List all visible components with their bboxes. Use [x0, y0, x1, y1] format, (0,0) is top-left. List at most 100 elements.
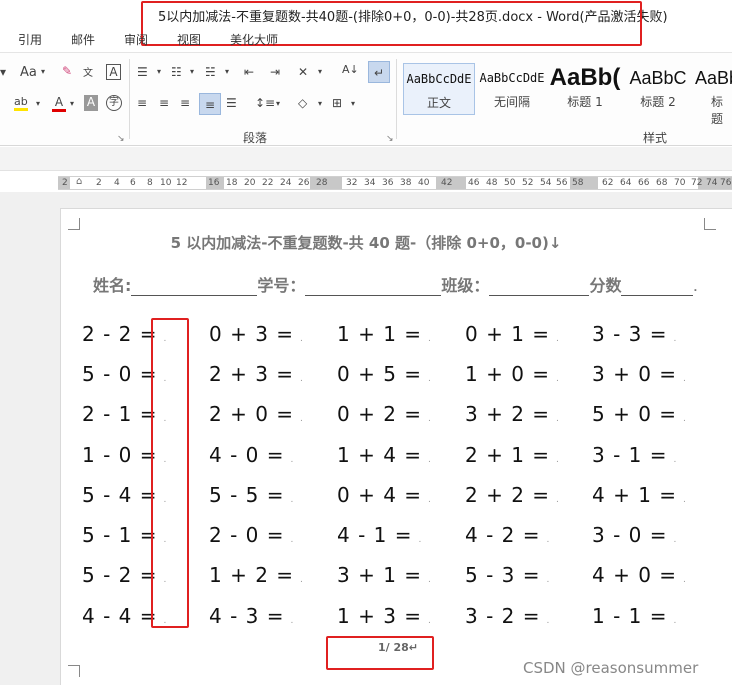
problem: 4 + 0 =. [592, 563, 687, 587]
problem: 3 - 3 =. [592, 322, 677, 346]
problem: 2 + 3 =. [209, 362, 304, 386]
paragraph-mark: . [290, 455, 295, 465]
ruler-number: 28 [316, 178, 328, 188]
ruler-number: 38 [400, 178, 412, 188]
equation: 3 - 3 = [592, 322, 668, 346]
sort-icon[interactable]: A↓ [342, 63, 359, 76]
problem: 4 - 2 =. [465, 523, 550, 547]
style-no-spacing[interactable]: AaBbCcDdE 无间隔 [476, 63, 548, 115]
id-blank[interactable] [305, 280, 442, 296]
style-name: 正文 [426, 96, 451, 110]
score-blank[interactable] [621, 280, 694, 296]
font-size-icon[interactable]: Aa [20, 65, 37, 80]
ribbon-strip [0, 147, 732, 171]
align-left-icon[interactable]: ≡ [137, 96, 147, 110]
text-highlight-icon[interactable]: ab [14, 95, 28, 111]
paragraph-mark: . [428, 374, 432, 384]
paragraph-mark: . [556, 495, 560, 505]
shading-icon[interactable]: ◇ [298, 96, 307, 110]
paragraph-group-label: 段落 [243, 131, 268, 145]
class-blank[interactable] [489, 280, 590, 296]
equation: 3 + 2 = [465, 402, 551, 426]
paragraph-mark: . [290, 535, 295, 545]
show-marks-icon[interactable]: ↵ [368, 61, 390, 83]
char-border-icon[interactable]: A [106, 64, 121, 80]
ruler-number: 6 [130, 178, 136, 188]
style-normal[interactable]: AaBbCcDdE 正文 [403, 63, 475, 115]
multilevel-list-icon[interactable]: ☵ [205, 65, 216, 79]
font-color-icon[interactable]: A [52, 95, 66, 112]
phonetic-guide-icon[interactable]: 文 [83, 64, 93, 79]
borders-icon[interactable]: ⊞ [332, 96, 342, 110]
style-title[interactable]: AaBb 标题 [695, 63, 732, 126]
equation: 1 + 4 = [337, 443, 423, 467]
ruler-number: 64 [620, 178, 632, 188]
equation: 0 + 5 = [337, 362, 423, 386]
paragraph-mark: . [673, 334, 678, 344]
style-sample: AaBb [695, 68, 732, 88]
ruler-number: 20 [244, 178, 256, 188]
equation: 1 + 3 = [337, 604, 423, 628]
enclose-char-icon[interactable]: 字 [106, 95, 122, 111]
dropdown-arrow-icon[interactable]: ▾ [70, 99, 74, 108]
style-heading-1[interactable]: AaBb( 标题 1 [549, 63, 621, 115]
numbering-icon[interactable]: ☷ [171, 65, 182, 79]
align-center-icon[interactable]: ≡ [159, 96, 169, 110]
text-direction-icon[interactable]: ✕ [298, 65, 308, 79]
change-case-icon[interactable]: ▾ [0, 65, 6, 79]
paragraph-mark: . [673, 535, 678, 545]
tab-mailings[interactable]: 邮件 [71, 31, 95, 48]
dropdown-arrow-icon[interactable]: ▾ [157, 67, 161, 76]
tab-beautify-master[interactable]: 美化大师 [230, 31, 278, 48]
ruler-number: 74 [706, 178, 718, 188]
style-name: 标题 1 [567, 95, 603, 109]
increase-indent-icon[interactable]: ⇥ [270, 65, 280, 79]
student-info-line: 姓名: 学号： 班级： 分数. [93, 272, 697, 296]
margin-corner-mark [704, 218, 716, 230]
dropdown-arrow-icon[interactable]: ▾ [190, 67, 194, 76]
equation: 3 + 1 = [337, 563, 423, 587]
paragraph-mark: . [683, 575, 687, 585]
dropdown-arrow-icon[interactable]: ▾ [41, 67, 45, 76]
ruler-number: 68 [656, 178, 668, 188]
dropdown-arrow-icon[interactable]: ▾ [276, 99, 280, 108]
style-sample: AaBbC [629, 68, 687, 88]
paragraph-mark: . [428, 334, 432, 344]
align-right-icon[interactable]: ≡ [180, 96, 190, 110]
class-label: 班级： [441, 276, 490, 295]
dropdown-arrow-icon[interactable]: ▾ [36, 99, 40, 108]
clear-format-icon[interactable]: ✎ [62, 64, 72, 78]
bullets-icon[interactable]: ☰ [137, 65, 148, 79]
tab-view[interactable]: 视图 [177, 31, 201, 48]
char-shading-icon[interactable]: A [84, 95, 98, 111]
problem: 1 + 2 =. [209, 563, 304, 587]
dropdown-arrow-icon[interactable]: ▾ [225, 67, 229, 76]
paragraph-mark: . [673, 616, 678, 626]
decrease-indent-icon[interactable]: ⇤ [244, 65, 254, 79]
tab-references[interactable]: 引用 [18, 31, 42, 48]
justify-icon[interactable]: ≡ [199, 93, 221, 115]
ruler-number: 70 [674, 178, 686, 188]
style-name: 无间隔 [493, 95, 530, 109]
style-heading-2[interactable]: AaBbC 标题 2 [622, 63, 694, 115]
paragraph-dialog-launcher-icon[interactable]: ↘ [386, 133, 394, 144]
horizontal-ruler[interactable]: 2 2 4 6 8 10 12 16 18 20 22 24 26 28 32 … [58, 176, 732, 190]
equation: 2 + 2 = [465, 483, 551, 507]
indent-marker-icon[interactable]: ⌂ [76, 176, 82, 187]
distributed-icon[interactable]: ☰ [226, 96, 237, 110]
name-blank[interactable] [131, 280, 258, 296]
paragraph-mark: . [683, 414, 687, 424]
paragraph-mark: . [546, 616, 551, 626]
dropdown-arrow-icon[interactable]: ▾ [318, 99, 322, 108]
ruler-number: 2 [96, 178, 102, 188]
tab-review[interactable]: 审阅 [124, 31, 148, 48]
line-spacing-icon[interactable]: ↕≡ [255, 96, 275, 110]
dropdown-arrow-icon[interactable]: ▾ [351, 99, 355, 108]
ruler-number: 24 [280, 178, 292, 188]
ruler-number: 16 [208, 178, 220, 188]
dropdown-arrow-icon[interactable]: ▾ [318, 67, 322, 76]
problem: 3 + 2 =. [465, 402, 560, 426]
ribbon: ▾ Aa ▾ ✎ 文 A ab ▾ A ▾ A 字 ☰ ▾ ☷ ▾ ☵ ▾ ⇤ … [0, 52, 732, 146]
font-dialog-launcher-icon[interactable]: ↘ [117, 133, 125, 144]
page-number-highlight-box [326, 636, 434, 670]
